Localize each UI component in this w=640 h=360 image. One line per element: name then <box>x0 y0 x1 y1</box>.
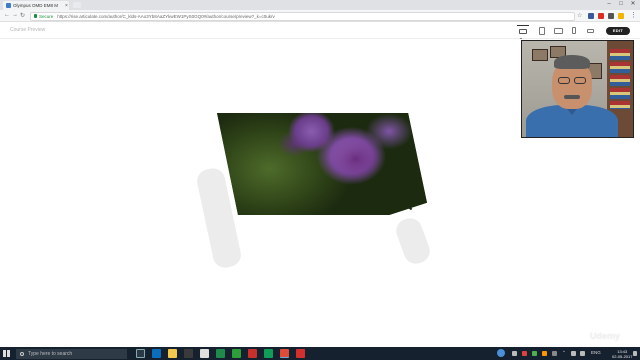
search-placeholder: Type here to search <box>28 350 73 357</box>
minimize-icon[interactable]: – <box>603 0 615 9</box>
taskbar-clock[interactable]: 13:43 02-05-2017 <box>612 349 632 359</box>
back-icon[interactable]: ← <box>4 12 10 18</box>
windows-taskbar: Type here to search ⌃ ENG 13:43 02-05-20… <box>0 347 640 360</box>
tray-app-icon[interactable] <box>522 351 527 356</box>
clock-date: 02-05-2017 <box>612 353 633 359</box>
app-icon[interactable] <box>216 349 225 358</box>
search-icon <box>20 351 24 356</box>
windows-start-icon[interactable] <box>3 350 10 357</box>
new-tab-button[interactable] <box>73 2 81 8</box>
browser-tab[interactable]: Olympus OMD EM8 M × <box>3 1 69 10</box>
browser-tab-strip: Olympus OMD EM8 M × – □ ✕ <box>0 0 640 10</box>
desktop-icon <box>519 28 527 34</box>
wall-frame <box>532 49 548 61</box>
lock-icon <box>34 14 37 18</box>
reload-icon[interactable]: ↻ <box>20 12 25 19</box>
file-explorer-icon[interactable] <box>168 349 177 358</box>
extension-icon[interactable] <box>618 13 624 19</box>
extension-icon[interactable] <box>608 13 614 19</box>
chrome-icon[interactable] <box>280 349 289 358</box>
udemy-watermark: Udemy <box>590 331 621 341</box>
extension-icon[interactable] <box>588 13 594 19</box>
tray-app-icon[interactable] <box>542 351 547 356</box>
url-text: https://rise.articulate.com/author/C_kld… <box>57 13 275 19</box>
orchid-image <box>217 113 427 215</box>
edit-button[interactable]: EDIT <box>606 27 630 35</box>
phone-portrait-view-button[interactable] <box>568 25 580 36</box>
task-view-icon[interactable] <box>136 349 145 358</box>
tray-app-icon[interactable] <box>512 351 517 356</box>
instructor-webcam <box>521 40 634 138</box>
secure-label: Secure <box>39 13 54 19</box>
network-icon[interactable] <box>571 351 576 356</box>
forward-icon[interactable]: → <box>12 12 18 18</box>
notification-icon[interactable] <box>633 351 637 356</box>
tray-app-icon[interactable] <box>532 351 537 356</box>
extension-icon[interactable] <box>598 13 604 19</box>
maximize-icon[interactable]: □ <box>615 0 627 9</box>
app-icon[interactable] <box>232 349 241 358</box>
address-bar: ← → ↻ Secure https://rise.articulate.com… <box>0 10 640 22</box>
edge-icon[interactable] <box>152 349 161 358</box>
instructor-hair <box>554 55 590 69</box>
preview-header: Course Preview EDIT <box>0 22 640 39</box>
close-window-icon[interactable]: ✕ <box>627 0 639 9</box>
tablet-landscape-icon <box>553 27 563 34</box>
store-icon[interactable] <box>184 349 193 358</box>
desktop-view-button[interactable] <box>517 25 529 36</box>
volume-icon[interactable] <box>580 351 585 356</box>
chevron-up-icon[interactable]: ⌃ <box>562 350 566 356</box>
close-tab-icon[interactable]: × <box>65 3 68 9</box>
people-icon[interactable] <box>497 349 505 357</box>
tablet-landscape-view-button[interactable] <box>552 25 564 36</box>
window-controls: – □ ✕ <box>603 0 639 9</box>
language-indicator[interactable]: ENG <box>591 350 601 355</box>
taskbar-search-input[interactable]: Type here to search <box>16 348 127 359</box>
phone-landscape-icon <box>586 28 594 33</box>
glasses-icon <box>574 77 586 84</box>
tablet-portrait-view-button[interactable] <box>536 25 548 36</box>
phone-portrait-icon <box>572 27 576 34</box>
articulate-favicon-icon <box>6 3 11 8</box>
tab-title: Olympus OMD EM8 M <box>13 3 59 8</box>
tablet-portrait-icon <box>539 26 545 35</box>
bookmark-star-icon[interactable]: ☆ <box>577 12 582 19</box>
course-preview-label: Course Preview <box>10 27 46 33</box>
app-icon[interactable] <box>200 349 209 358</box>
recorder-icon[interactable] <box>296 349 305 358</box>
app-icon[interactable] <box>264 349 273 358</box>
url-input[interactable]: Secure https://rise.articulate.com/autho… <box>30 11 575 21</box>
tray-app-icon[interactable] <box>552 351 557 356</box>
browser-menu-icon[interactable]: ⋮ <box>630 11 637 19</box>
glasses-icon <box>558 77 570 84</box>
phone-landscape-view-button[interactable] <box>584 25 596 36</box>
instructor-mustache <box>564 95 580 99</box>
app-icon[interactable] <box>248 349 257 358</box>
